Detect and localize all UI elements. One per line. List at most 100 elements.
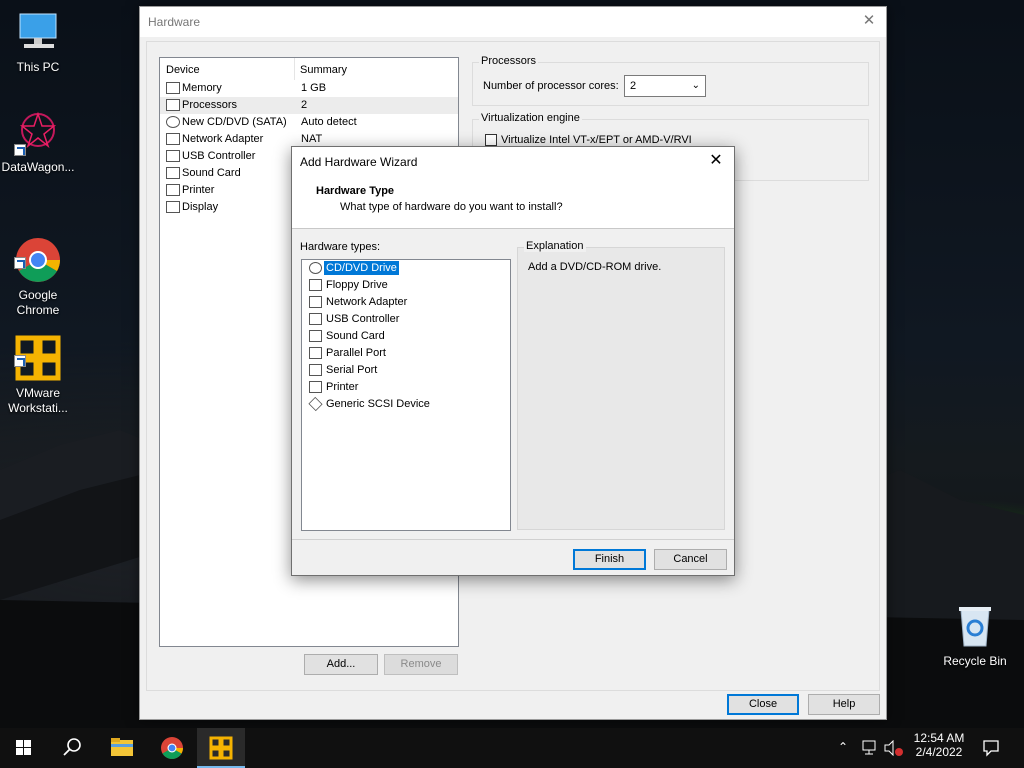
volume-muted-icon[interactable] (884, 740, 904, 756)
printer-icon (309, 381, 322, 393)
sound-icon (166, 167, 180, 179)
taskbar-file-explorer[interactable] (98, 728, 146, 768)
shortcut-arrow-icon (14, 144, 26, 156)
taskbar: ⌃ 12:54 AM 2/4/2022 (0, 728, 1024, 768)
computer-icon (14, 8, 62, 56)
hardware-type-printer[interactable]: Printer (302, 379, 510, 396)
help-button[interactable]: Help (808, 694, 880, 715)
windows-logo-icon (16, 740, 31, 755)
desktop-icon-recycle-bin[interactable]: Recycle Bin (937, 602, 1013, 669)
hardware-type-label: Network Adapter (326, 296, 408, 308)
scsi-icon (308, 396, 323, 412)
device-column-header[interactable]: Device (166, 64, 200, 76)
processor-icon (166, 99, 180, 111)
vtx-checkbox[interactable] (485, 134, 497, 146)
wizard-subheading: What type of hardware do you want to ins… (340, 201, 563, 213)
wizard-header: Hardware Type What type of hardware do y… (292, 177, 734, 229)
hardware-titlebar: Hardware ✕ (140, 7, 886, 37)
network-adapter-icon (166, 133, 180, 145)
explanation-group: Explanation Add a DVD/CD-ROM drive. (517, 240, 725, 530)
wizard-title: Add Hardware Wizard (300, 155, 418, 169)
device-name: Printer (182, 184, 215, 196)
network-icon[interactable] (862, 740, 880, 756)
hardware-type-label: Sound Card (326, 330, 385, 342)
hardware-type-usb-controller[interactable]: USB Controller (302, 311, 510, 328)
clock-time: 12:54 AM (913, 731, 965, 745)
search-button[interactable] (48, 728, 96, 768)
vmware-icon (14, 319, 62, 381)
chrome-icon (161, 737, 183, 759)
chevron-down-icon: ⌄ (691, 80, 700, 91)
usb-icon (309, 313, 322, 325)
desktop-icon-datawagon[interactable]: DataWagon... (0, 108, 76, 175)
explanation-label: Explanation (524, 240, 586, 252)
hardware-type-label: Serial Port (326, 364, 378, 376)
hardware-type-label: Parallel Port (326, 347, 386, 359)
hardware-type-floppy[interactable]: Floppy Drive (302, 277, 510, 294)
hardware-type-serial-port[interactable]: Serial Port (302, 362, 510, 379)
desktop-icon-vmware[interactable]: VMware Workstati... (0, 304, 76, 431)
hardware-type-generic-scsi[interactable]: Generic SCSI Device (302, 396, 510, 413)
sound-icon (309, 330, 322, 342)
vtx-label: Virtualize Intel VT-x/EPT or AMD-V/RVI (501, 134, 692, 146)
hardware-type-parallel-port[interactable]: Parallel Port (302, 345, 510, 362)
desktop-icon-this-pc[interactable]: This PC (0, 8, 76, 75)
add-hardware-wizard: Add Hardware Wizard ✕ Hardware Type What… (291, 146, 735, 576)
processor-cores-label: Number of processor cores: (483, 80, 619, 92)
clock[interactable]: 12:54 AM 2/4/2022 (904, 731, 974, 759)
vmware-icon (209, 736, 233, 760)
desktop-icon-label: This PC (16, 60, 60, 74)
network-adapter-icon (309, 296, 322, 308)
datawagon-icon (14, 108, 62, 156)
desktop-icon-label: DataWagon... (1, 160, 75, 174)
hardware-type-sound-card[interactable]: Sound Card (302, 328, 510, 345)
taskbar-chrome[interactable] (148, 728, 196, 768)
cancel-button[interactable]: Cancel (654, 549, 727, 570)
chevron-up-icon[interactable]: ⌃ (838, 740, 848, 754)
cd-dvd-icon (309, 262, 322, 274)
device-name: Display (182, 201, 219, 213)
add-device-button[interactable]: Add... (304, 654, 378, 675)
hardware-type-cd-dvd[interactable]: CD/DVD Drive (302, 260, 510, 277)
search-icon (63, 738, 81, 756)
hardware-type-label: Printer (326, 381, 359, 393)
device-name: Processors (182, 99, 238, 111)
hardware-type-label: Generic SCSI Device (326, 398, 430, 410)
desktop-icon-label: VMware Workstati... (8, 386, 68, 415)
hardware-types-list[interactable]: CD/DVD Drive Floppy Drive Network Adapte… (301, 259, 511, 531)
hardware-type-label: USB Controller (326, 313, 400, 325)
wizard-titlebar: Add Hardware Wizard ✕ (292, 147, 734, 177)
processor-cores-select[interactable]: 2 ⌄ (624, 75, 706, 97)
hardware-close-button[interactable]: ✕ (858, 12, 880, 32)
device-summary: 1 GB (301, 82, 327, 94)
hardware-type-network-adapter[interactable]: Network Adapter (302, 294, 510, 311)
device-name: Network Adapter (182, 133, 264, 145)
hardware-type-label: CD/DVD Drive (323, 260, 400, 276)
hardware-title: Hardware (148, 15, 201, 29)
device-row-memory[interactable]: Memory 1 GB (160, 80, 458, 97)
start-button[interactable] (0, 728, 48, 768)
serial-port-icon (309, 364, 322, 376)
close-button[interactable]: Close (727, 694, 799, 715)
printer-icon (166, 184, 180, 196)
parallel-port-icon (309, 347, 322, 359)
recycle-bin-icon (951, 602, 999, 650)
desktop-icon-label: Recycle Bin (943, 654, 1007, 668)
wizard-footer-divider (292, 539, 734, 540)
device-name: USB Controller (182, 150, 256, 162)
processor-cores-value: 2 (630, 80, 637, 92)
summary-column-header[interactable]: Summary (300, 64, 347, 76)
device-row-processors[interactable]: Processors 2 (160, 97, 458, 114)
device-row-cd-dvd[interactable]: New CD/DVD (SATA) Auto detect (160, 114, 458, 131)
processors-group-label: Processors (479, 55, 539, 67)
remove-device-button[interactable]: Remove (384, 654, 458, 675)
chrome-icon (14, 221, 62, 282)
explanation-text: Add a DVD/CD-ROM drive. (528, 261, 662, 273)
taskbar-vmware[interactable] (197, 728, 245, 768)
notifications-icon[interactable] (982, 739, 1000, 757)
hardware-type-label: Floppy Drive (326, 279, 388, 291)
wizard-heading: Hardware Type (316, 185, 395, 197)
wizard-close-button[interactable]: ✕ (706, 151, 726, 171)
finish-button[interactable]: Finish (573, 549, 646, 570)
device-name: New CD/DVD (SATA) (182, 116, 287, 128)
